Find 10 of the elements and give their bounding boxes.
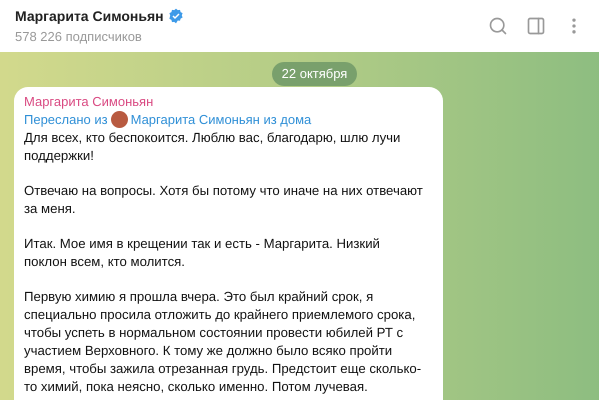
forwarded-source-link[interactable]: Маргарита Симоньян из дома (130, 110, 312, 128)
message-paragraph: Первую химию я прошла вчера. Это был крайний срок, я специально просила отложить до крайнего приемлемого срока, чтобы успеть в нормальном состоянии провести юбилей РТ с участием Верховного. К тому же должно было всяко пройти время, чтобы зажила отрезанная грудь. Предстоит еще сколько-то химий, пока неясно, сколько именно. Потом лучевая. (24, 288, 422, 396)
message-paragraph: Для всех, кто беспокоится. Люблю вас, благодарю, шлю лучи поддержки! (24, 128, 402, 164)
channel-title: Маргарита Симоньян (15, 6, 164, 26)
forwarded-label: Переслано из (24, 110, 108, 128)
message-paragraph: Итак. Мое имя в крещении так и есть - Маргарита. Низкий поклон всем, кто молится. (24, 234, 381, 270)
message-author: Маргарита Симоньян (24, 92, 154, 110)
subscriber-count: 578 226 подписчиков (15, 28, 143, 46)
message-paragraph: Отвечаю на вопросы. Хотя бы потому что иначе на них отвечают за меня. (24, 182, 424, 218)
date-pill: 22 октября (272, 62, 358, 86)
